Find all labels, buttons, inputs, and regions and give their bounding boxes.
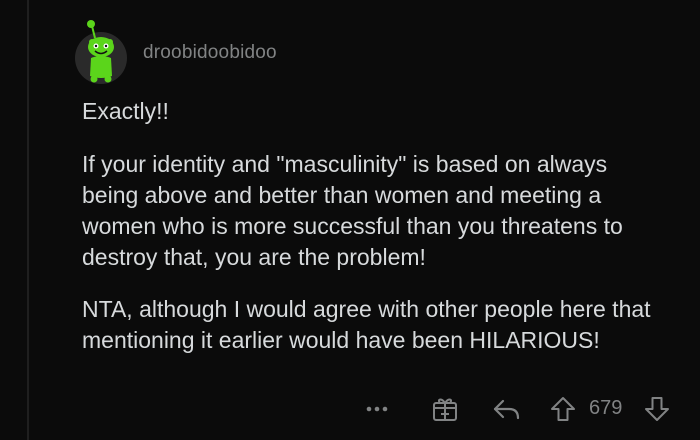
avatar[interactable] — [72, 18, 130, 86]
vote-score: 679 — [589, 397, 623, 419]
upvote-button[interactable] — [548, 392, 578, 426]
reply-arrow-icon — [492, 397, 522, 421]
reply-button[interactable] — [490, 392, 524, 426]
gift-icon — [431, 395, 459, 423]
more-dots-icon — [366, 406, 388, 412]
upvote-arrow-icon — [550, 396, 576, 422]
comment-paragraph-3: NTA, although I would agree with other p… — [82, 296, 651, 353]
award-button[interactable] — [430, 392, 460, 426]
comment-paragraph-2: If your identity and "masculinity" is ba… — [82, 151, 623, 270]
downvote-button[interactable] — [642, 392, 672, 426]
downvote-arrow-icon — [644, 396, 670, 422]
thread-line[interactable] — [27, 0, 29, 440]
comment-paragraph-1: Exactly!! — [82, 98, 169, 124]
username[interactable]: droobidoobidoo — [143, 42, 277, 64]
more-options-button[interactable] — [364, 392, 390, 426]
